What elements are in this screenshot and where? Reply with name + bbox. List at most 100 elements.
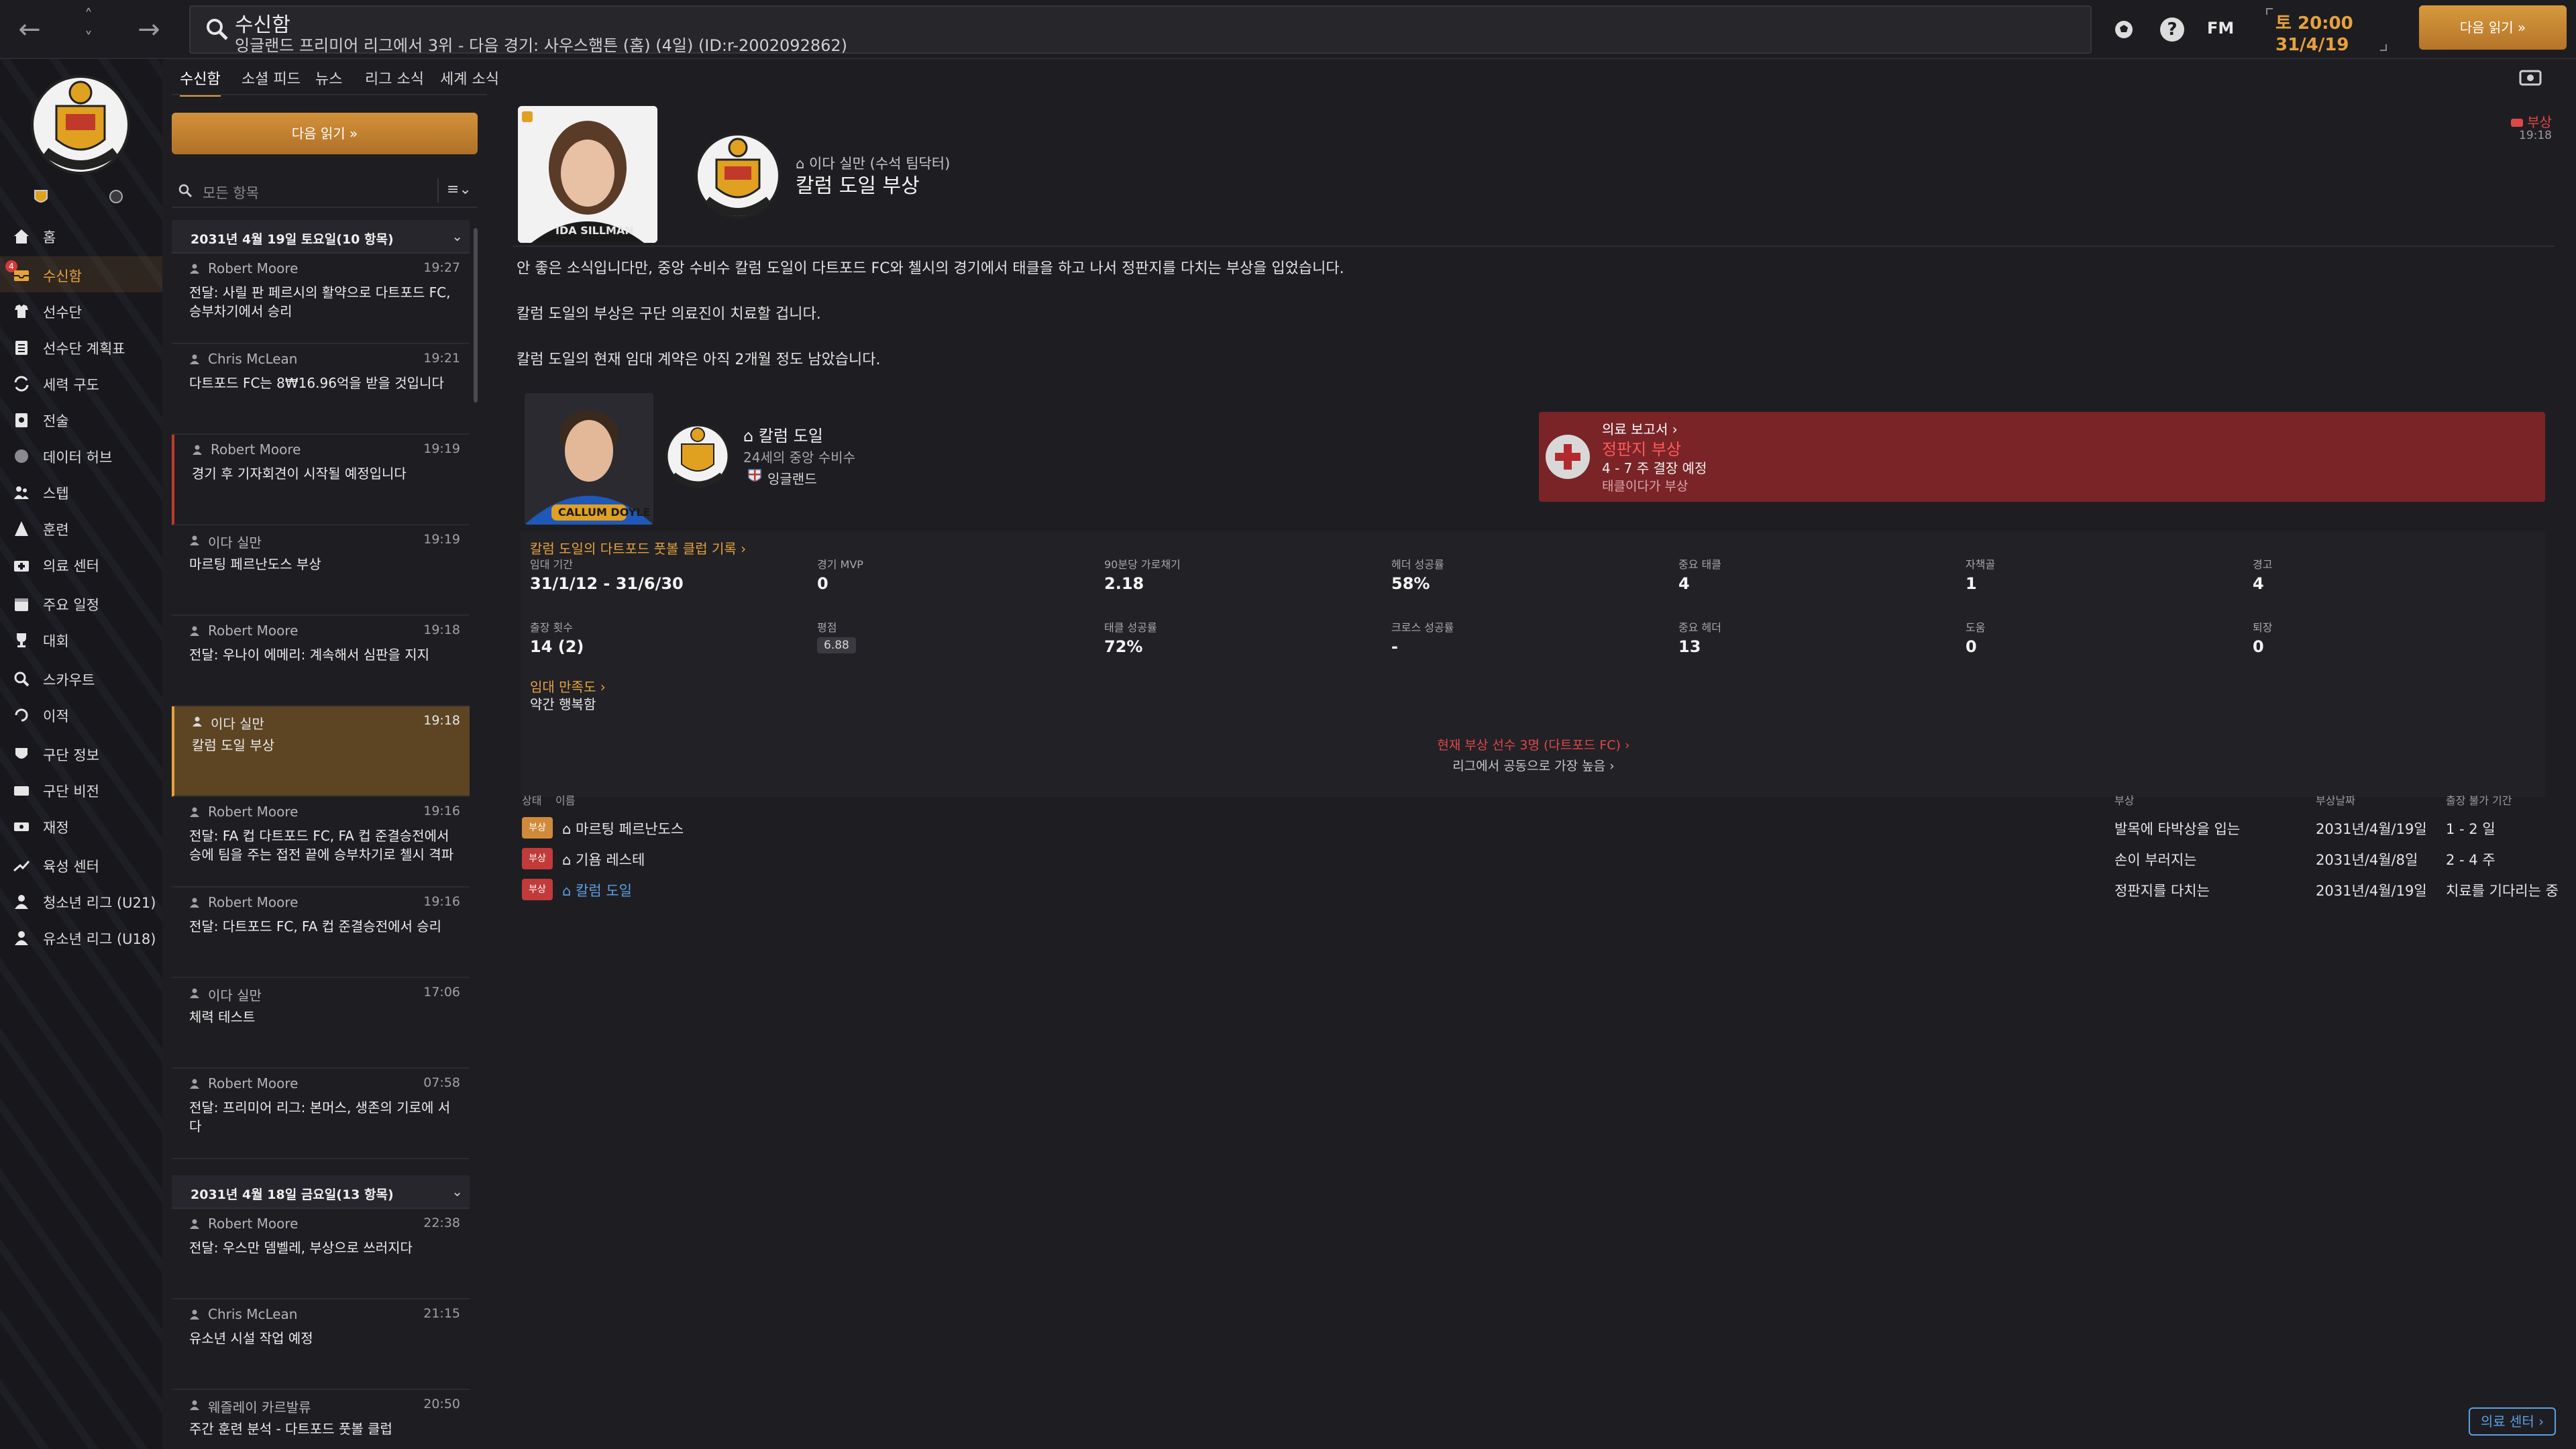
league-ranking-link[interactable]: 리그에서 공동으로 가장 높음 › (513, 756, 2555, 774)
stat-red-cards: 퇴장 0 (2253, 621, 2273, 656)
sender-photo[interactable]: IDA SILLMAN (518, 106, 657, 243)
tab-news[interactable]: 뉴스 (315, 67, 342, 89)
football-icon[interactable] (2112, 17, 2136, 42)
message-item[interactable]: Robert Moore 07:58 전달: 프리미어 리그: 본머스, 생존의… (172, 1069, 470, 1159)
message-list-scrollbar[interactable] (474, 228, 478, 402)
player-photo[interactable]: CALLUM DOYLE (525, 393, 653, 525)
stat-tackle-ratio: 태클 성공률 72% (1104, 621, 1157, 656)
sidebar-item-scouting[interactable]: 스카우트 (0, 660, 162, 696)
sidebar-item-training[interactable]: 훈련 (0, 510, 162, 546)
date-group-header[interactable]: 2031년 4월 18일 금요일(13 항목) ⌄ (172, 1175, 470, 1209)
message-item[interactable]: Chris McLean 19:21 다트포드 FC는 8₩16.96억을 받을… (172, 344, 470, 435)
club-record-link[interactable]: 칼럼 도일의 다트포드 풋볼 클럽 기록 › (530, 538, 746, 557)
sidebar-item-squad[interactable]: 선수단 (0, 292, 162, 329)
sidebar-item-club-info[interactable]: 구단 정보 (0, 735, 162, 771)
sidebar-item-finances[interactable]: 재정 (0, 808, 162, 844)
loan-satisfaction-link[interactable]: 임대 만족도 › (530, 676, 606, 696)
loan-satisfaction-value: 약간 행복함 (530, 696, 596, 712)
current-injuries-summary: 현재 부상 선수 3명 (다트포드 FC) › 리그에서 공동으로 가장 높음 … (513, 735, 2555, 774)
tab-social-feed[interactable]: 소셜 피드 (241, 67, 301, 89)
message-paragraph: 안 좋은 소식입니다만, 중앙 수비수 칼럼 도일이 다트포드 FC와 첼시의 … (517, 260, 1344, 277)
sidebar-item-staff[interactable]: 스텝 (0, 474, 162, 510)
sidebar-item-development-centre[interactable]: 육성 센터 (0, 847, 162, 883)
sidebar-item-inbox[interactable]: 4 수신함 (0, 256, 162, 292)
england-flag-icon (748, 469, 761, 482)
club-crest-logo[interactable] (27, 66, 134, 180)
help-icon[interactable]: ? (2160, 17, 2184, 42)
vision-icon (14, 786, 29, 796)
screenshot-icon[interactable] (2518, 67, 2542, 89)
sidebar-item-transfers[interactable]: 이적 (0, 696, 162, 733)
sender-face-image (518, 106, 657, 243)
game-clock: 토 20:00 31/4/19 (2266, 5, 2387, 55)
player-club-crest[interactable] (663, 416, 733, 494)
message-item[interactable]: Robert Moore 19:19 경기 후 기자회견이 시작될 예정입니다 (172, 435, 470, 525)
sidebar-item-competitions[interactable]: 대회 (0, 621, 162, 657)
tab-inbox[interactable]: 수신함 (180, 67, 221, 97)
club-crest-logo[interactable] (691, 123, 785, 224)
message-item[interactable]: Robert Moore 19:16 전달: FA 컵 다트포드 FC, FA … (172, 797, 470, 888)
medical-report-link[interactable]: 의료 보고서 › (1602, 419, 1678, 438)
fm-menu-button[interactable]: FM (2207, 19, 2234, 38)
stat-cross-ratio: 크로스 성공률 - (1391, 621, 1454, 656)
sidebar-item-club-vision[interactable]: 구단 비전 (0, 771, 162, 808)
sidebar-item-tactics[interactable]: 전술 (0, 401, 162, 437)
club-badge-mini-icon[interactable] (31, 186, 51, 207)
continue-button[interactable]: 다음 읽기 » (2419, 5, 2567, 50)
injury-status-tag: 부상 (522, 848, 553, 869)
injury-status-tag: 부상 (522, 817, 553, 839)
message-item[interactable]: 이다 실만 17:06 체력 테스트 (172, 978, 470, 1069)
inbox-search-input[interactable]: 모든 항목 (203, 182, 259, 203)
player-nation[interactable]: 잉글랜드 (767, 468, 817, 488)
sidebar-item-data-hub[interactable]: 데이터 허브 (0, 437, 162, 474)
search-icon (207, 19, 228, 40)
table-row[interactable]: 부상 ⌂ 칼럼 도일 정판지를 다치는 2031년/4월/19일 치료를 기다리… (521, 873, 2559, 904)
medical-report-panel[interactable]: 의료 보고서 › 정판지 부상 4 - 7 주 결장 예정 태클이다가 부상 (1539, 412, 2545, 502)
down-chevron-icon[interactable]: ˅ (75, 27, 102, 50)
message-item[interactable]: Robert Moore 19:16 전달: 다트포드 FC, FA 컵 준결승… (172, 888, 470, 978)
date-group-header[interactable]: 2031년 4월 19일 토요일(10 항목) ⌄ (172, 220, 470, 254)
global-search-bar[interactable]: 수신함 잉글랜드 프리미어 리그에서 3위 - 다음 경기: 사우스햄튼 (홈)… (189, 5, 2092, 55)
planner-icon (15, 341, 28, 355)
message-item[interactable]: Chris McLean 21:15 유소년 시설 작업 예정 (172, 1299, 470, 1390)
read-next-button[interactable]: 다음 읽기 » (172, 113, 478, 154)
player-name-cell[interactable]: ⌂ 기욤 레스테 (562, 849, 645, 869)
sidebar-item-u18[interactable]: 유소년 리그 (U18) (0, 919, 162, 955)
back-arrow-icon[interactable]: ← (9, 9, 50, 50)
sidebar-item-medical-centre[interactable]: 의료 센터 (0, 546, 162, 582)
tab-league-news[interactable]: 리그 소식 (365, 67, 424, 89)
message-list: 2031년 4월 19일 토요일(10 항목) ⌄ Robert Moore 1… (172, 220, 478, 1449)
updown-nav: ˄ ˅ (75, 4, 102, 50)
sidebar-item-squad-planner[interactable]: 선수단 계획표 (0, 329, 162, 365)
forward-arrow-icon[interactable]: → (129, 9, 169, 50)
squad-icon (15, 305, 28, 318)
person-icon (190, 626, 199, 636)
affiliate-badge-mini-icon[interactable] (106, 186, 126, 207)
table-row[interactable]: 부상 ⌂ 기욤 레스테 손이 부러지는 2031년/4월/8일 2 - 4 주 (521, 843, 2553, 873)
message-item[interactable]: Robert Moore 22:38 전달: 우스만 뎀벨레, 부상으로 쓰러지… (172, 1209, 470, 1299)
face-caption: IDA SILLMAN (555, 224, 634, 237)
scouting-icon (14, 672, 30, 687)
sidebar-item-label: 육성 센터 (43, 859, 99, 875)
sidebar: 홈 4 수신함 선수단 선수단 계획표 세력 구도 전술 데이터 허브 스텝 훈… (0, 59, 162, 1449)
message-item[interactable]: 이다 실만 19:19 마르팅 페르난도스 부상 (172, 525, 470, 616)
filter-menu-icon[interactable]: ≡⌄ (447, 181, 472, 198)
medical-centre-button[interactable]: 의료 센터 › (2469, 1407, 2556, 1436)
up-chevron-icon[interactable]: ˄ (75, 4, 102, 27)
tab-world-news[interactable]: 세계 소식 (440, 67, 499, 89)
message-item-selected[interactable]: 이다 실만 19:18 칼럼 도일 부상 (172, 706, 470, 797)
message-subject: 칼럼 도일 부상 (796, 174, 920, 198)
player-name-cell[interactable]: ⌂ 마르팅 페르난도스 (562, 818, 684, 839)
sidebar-item-schedule[interactable]: 주요 일정 (0, 585, 162, 621)
message-item[interactable]: Robert Moore 19:27 전달: 사릴 판 페르시의 활약으로 다트… (172, 254, 470, 344)
table-row[interactable]: 부상 ⌂ 마르팅 페르난도스 발목에 타박상을 입는 2031년/4월/19일 … (521, 812, 2553, 843)
sidebar-item-u21[interactable]: 청소년 리그 (U21) (0, 883, 162, 919)
sidebar-item-dynamics[interactable]: 세력 구도 (0, 365, 162, 401)
player-name[interactable]: ⌂ 칼럼 도일 (743, 423, 823, 446)
current-injuries-link[interactable]: 현재 부상 선수 3명 (다트포드 FC) › (513, 735, 2555, 753)
message-item[interactable]: 웨즐레이 카르발류 20:50 주간 훈련 분석 - 다트포드 풋볼 클럽 (172, 1390, 470, 1449)
sidebar-item-label: 대회 (43, 633, 69, 649)
message-item[interactable]: Robert Moore 19:18 전달: 우나이 에메리: 계속해서 심판을… (172, 616, 470, 706)
player-name-cell[interactable]: ⌂ 칼럼 도일 (562, 880, 632, 900)
sidebar-item-home[interactable]: 홈 (0, 217, 162, 254)
